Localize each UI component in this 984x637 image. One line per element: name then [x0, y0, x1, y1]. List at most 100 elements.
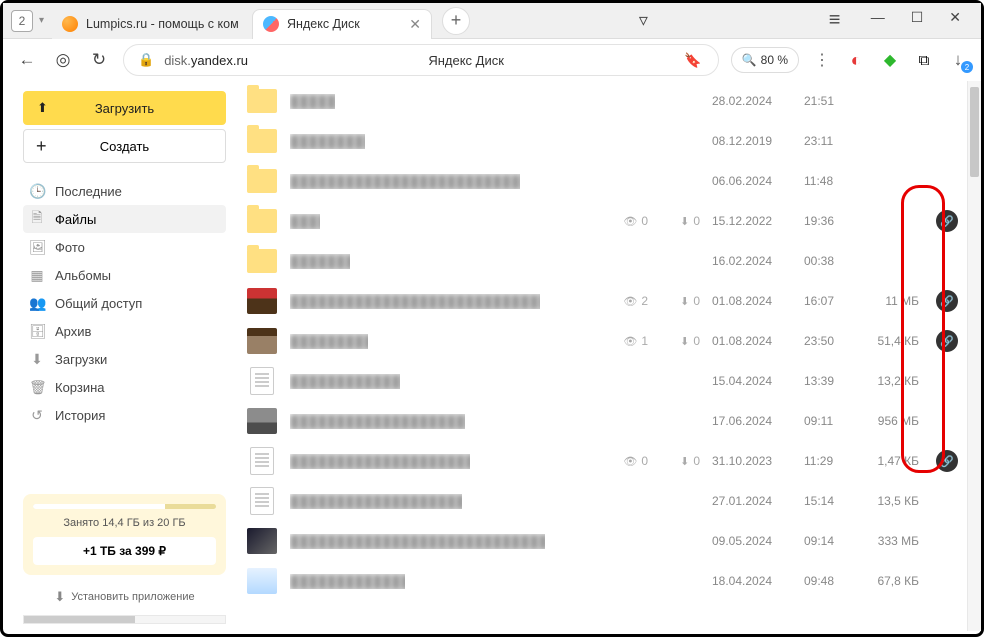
zoom-value: 80 % [761, 53, 788, 67]
file-size: 956 МБ [861, 414, 919, 428]
nav-label: Фото [55, 240, 85, 255]
back-button[interactable]: ← [15, 50, 39, 70]
file-row[interactable]: ████████████████████████████████👁0⬇031.1… [238, 441, 971, 481]
file-size: 13,5 КБ [861, 494, 919, 508]
file-row[interactable]: ████████████████████████████████ 16.02.20… [238, 241, 971, 281]
file-row[interactable]: ████████████████████████████████👁0⬇015.1… [238, 201, 971, 241]
nav-icon: 🕒 [29, 183, 45, 200]
chevron-down-icon[interactable]: ▾ [39, 15, 44, 26]
share-link-icon[interactable]: 🔗 [936, 450, 958, 472]
horizontal-scrollbar[interactable] [23, 615, 226, 624]
views-stat: 👁1 [608, 334, 648, 348]
file-size: 1,47 КБ [861, 454, 919, 468]
minimize-icon[interactable]: — [871, 9, 885, 32]
file-name: ████████████████████████████████ [290, 174, 520, 189]
kebab-menu-icon[interactable]: ⋮ [811, 49, 833, 71]
file-size: 333 МБ [861, 534, 919, 548]
content-area: ⬆ Загрузить + Создать 🕒Последние🗎Файлы🖼Ф… [3, 81, 981, 634]
page-title: Яндекс Диск [428, 53, 504, 68]
nav-label: Файлы [55, 212, 96, 227]
reading-list-icon[interactable]: ▿ [639, 10, 648, 31]
close-window-icon[interactable]: ✕ [949, 9, 961, 32]
file-row[interactable]: ████████████████████████████████ 06.06.20… [238, 161, 971, 201]
file-row[interactable]: ████████████████████████████████28.02.20… [238, 81, 971, 121]
shield-icon[interactable]: ◎ [51, 50, 75, 70]
sidebar-item-6[interactable]: ⬇Загрузки [23, 345, 226, 373]
views-stat: 👁2 [608, 294, 648, 308]
file-name: ████████████████████████████████ [290, 334, 368, 349]
nav-icon: 👥 [29, 295, 45, 312]
vertical-scrollbar[interactable] [967, 81, 981, 631]
file-time: 09:11 [804, 414, 849, 428]
sidebar-item-7[interactable]: 🗑Корзина [23, 373, 226, 401]
file-name: ████████████████████████████████ [290, 494, 462, 509]
close-tab-icon[interactable]: ✕ [409, 16, 421, 33]
download-app-icon: ⬇ [54, 589, 65, 605]
file-date: 01.08.2024 [712, 334, 792, 348]
file-date: 06.06.2024 [712, 174, 792, 188]
tab-yandex-disk[interactable]: Яндекс Диск ✕ [252, 9, 432, 39]
file-date: 16.02.2024 [712, 254, 792, 268]
create-button[interactable]: + Создать [23, 129, 226, 163]
file-name: ████████████████████████████████ [290, 254, 350, 269]
file-row[interactable]: ████████████████████████████████27.01.20… [238, 481, 971, 521]
maximize-icon[interactable]: ☐ [911, 9, 924, 32]
downloads-icon[interactable]: ↓ 2 [947, 49, 969, 71]
tab-count-badge[interactable]: 2 [11, 10, 33, 32]
storage-widget: Занято 14,4 ГБ из 20 ГБ +1 ТБ за 399 ₽ [23, 494, 226, 575]
share-link-icon[interactable]: 🔗 [936, 330, 958, 352]
shield-green-icon[interactable]: ◆ [879, 49, 901, 71]
tab-lumpics[interactable]: Lumpics.ru - помощь с ком [52, 9, 252, 39]
nav-icon: ▦ [29, 267, 45, 284]
new-tab-button[interactable]: + [442, 7, 470, 35]
adblock-icon[interactable]: ◐ [845, 49, 867, 71]
nav-icon: ↺ [29, 407, 45, 424]
reload-button[interactable]: ↻ [87, 50, 111, 70]
folder-icon [247, 169, 277, 193]
bookmark-icon[interactable]: 🔖 [684, 52, 701, 69]
file-row[interactable]: ████████████████████████████████ 15.04.20… [238, 361, 971, 401]
file-date: 08.12.2019 [712, 134, 792, 148]
downloads-stat: ⬇0 [660, 214, 700, 228]
file-row[interactable]: ████████████████████████████████08.12.20… [238, 121, 971, 161]
upload-button[interactable]: ⬆ Загрузить [23, 91, 226, 125]
zoom-indicator[interactable]: 🔍 80 % [731, 47, 799, 73]
downloads-stat: ⬇0 [660, 454, 700, 468]
downloads-stat: ⬇0 [660, 294, 700, 308]
address-bar: ← ◎ ↻ 🔒 disk.yandex.ru Яндекс Диск 🔖 🔍 8… [3, 39, 981, 81]
folder-icon [247, 249, 277, 273]
share-link-icon[interactable]: 🔗 [936, 210, 958, 232]
file-row[interactable]: ████████████████████████████████18.04.20… [238, 561, 971, 601]
storage-bar [33, 504, 216, 509]
sidebar: ⬆ Загрузить + Создать 🕒Последние🗎Файлы🖼Ф… [3, 81, 238, 634]
file-time: 21:51 [804, 94, 849, 108]
sidebar-item-2[interactable]: 🖼Фото [23, 233, 226, 261]
file-name: ████████████████████████████████ [290, 534, 545, 549]
file-name: ████████████████████████████████ [290, 294, 540, 309]
tab-label: Lumpics.ru - помощь с ком [86, 17, 239, 31]
share-link-icon[interactable]: 🔗 [936, 290, 958, 312]
file-time: 13:39 [804, 374, 849, 388]
sidebar-item-4[interactable]: 👥Общий доступ [23, 289, 226, 317]
sidebar-item-1[interactable]: 🗎Файлы [23, 205, 226, 233]
file-row[interactable]: ████████████████████████████████17.06.20… [238, 401, 971, 441]
file-row[interactable]: ████████████████████████████████👁1⬇001.0… [238, 321, 971, 361]
install-app-link[interactable]: ⬇ Установить приложение [23, 589, 226, 605]
tab-label: Яндекс Диск [287, 17, 360, 31]
sidebar-item-3[interactable]: ▦Альбомы [23, 261, 226, 289]
url-field[interactable]: 🔒 disk.yandex.ru Яндекс Диск 🔖 [123, 44, 719, 76]
file-row[interactable]: ████████████████████████████████👁2⬇001.0… [238, 281, 971, 321]
file-time: 09:14 [804, 534, 849, 548]
windows-icon[interactable]: ⧉ [913, 49, 935, 71]
file-name: ████████████████████████████████ [290, 374, 400, 389]
file-date: 15.12.2022 [712, 214, 792, 228]
sidebar-item-8[interactable]: ↺История [23, 401, 226, 429]
sidebar-item-0[interactable]: 🕒Последние [23, 177, 226, 205]
file-time: 09:48 [804, 574, 849, 588]
file-date: 15.04.2024 [712, 374, 792, 388]
upgrade-button[interactable]: +1 ТБ за 399 ₽ [33, 537, 216, 565]
menu-icon[interactable] [829, 9, 845, 32]
file-size: 13,2 КБ [861, 374, 919, 388]
file-row[interactable]: ████████████████████████████████09.05.20… [238, 521, 971, 561]
sidebar-item-5[interactable]: 🗄Архив [23, 317, 226, 345]
